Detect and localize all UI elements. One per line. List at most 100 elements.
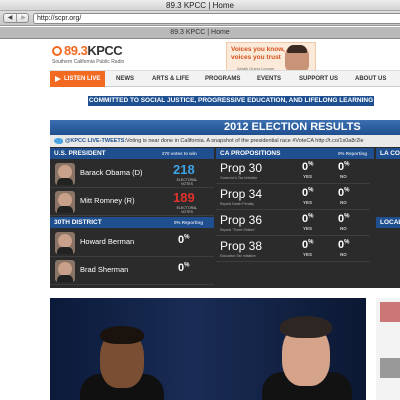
percent-unit: % xyxy=(344,187,350,194)
percent-unit: % xyxy=(184,262,190,269)
no-label: NO xyxy=(340,174,347,179)
twitter-bird-icon xyxy=(54,138,63,144)
thumbnail-image[interactable] xyxy=(380,302,400,322)
play-icon xyxy=(55,76,61,82)
tab-bar: 89.3 KPCC | Home xyxy=(0,27,400,39)
logo-name: KPCC xyxy=(87,43,123,58)
district-subtitle: 0% Reporting xyxy=(174,220,204,225)
president-heading: U.S. PRESIDENT 270 votes to win xyxy=(50,148,214,159)
live-tweet-bar[interactable]: @KPCC LIVE-TWEETS: Voting is near done i… xyxy=(50,135,400,147)
percent-unit: % xyxy=(308,239,314,246)
nav-news[interactable]: NEWS xyxy=(116,71,134,87)
president-heading-text: U.S. PRESIDENT xyxy=(54,150,106,157)
prop-name: Prop 38 xyxy=(220,239,263,253)
candidate-avatar xyxy=(55,191,75,213)
candidate-name: Mitt Romney (R) xyxy=(80,196,135,205)
president-subtitle: 270 votes to win xyxy=(162,151,197,156)
hero-photo[interactable] xyxy=(50,298,366,400)
percent-unit: % xyxy=(308,213,314,220)
prop-name: Prop 34 xyxy=(220,187,263,201)
nav-events[interactable]: EVENTS xyxy=(257,71,281,87)
promo-ad[interactable]: Voices you know, voices you trust Airtal… xyxy=(226,42,316,72)
candidate-votes: 218 xyxy=(173,162,195,177)
candidate-avatar xyxy=(55,260,75,282)
prop-description: Repeal Death Penalty xyxy=(220,202,255,206)
percent-unit: % xyxy=(308,187,314,194)
logo-frequency: 89.3 xyxy=(64,43,88,58)
tweet-text[interactable]: Voting is near done in California. A sna… xyxy=(126,135,364,147)
address-bar[interactable]: http://scpr.org/ xyxy=(33,13,400,24)
yes-label: YES xyxy=(303,200,313,205)
no-label: NO xyxy=(340,226,347,231)
window-title: 89.3 KPCC | Home xyxy=(166,1,234,10)
site-logo[interactable]: 89.3KPCC xyxy=(64,43,123,58)
nav-buttons: ◀ ▶ xyxy=(3,13,29,23)
proposition-row[interactable]: Prop 38 Education Tax Initiative 0% YES … xyxy=(216,238,370,262)
percent-unit: % xyxy=(308,161,314,168)
nav-support-us[interactable]: SUPPORT US xyxy=(299,71,338,87)
nav-arts-life[interactable]: ARTS & LIFE xyxy=(152,71,189,87)
main-nav: LISTEN LIVE NEWS ARTS & LIFE PROGRAMS EV… xyxy=(50,70,400,87)
votes-label: ELECTORAL VOTES xyxy=(176,206,198,214)
district-heading: 30TH DISTRICT 0% Reporting xyxy=(50,217,214,228)
proposition-row[interactable]: Prop 36 Repeal "Three Strikes" 0% YES 0%… xyxy=(216,212,370,236)
proposition-row[interactable]: Prop 30 Governor's Tax Initiative 0% YES… xyxy=(216,160,370,184)
candidate-name: Brad Sherman xyxy=(80,265,129,274)
percent-unit: % xyxy=(184,234,190,241)
candidate-name: Howard Berman xyxy=(80,237,135,246)
yes-label: YES xyxy=(303,226,313,231)
la-county-column: LA CO LOCAL xyxy=(376,148,400,288)
nav-about-us[interactable]: ABOUT US xyxy=(355,71,386,87)
prop-description: Repeal "Three Strikes" xyxy=(220,228,256,232)
prop-description: Education Tax Initiative xyxy=(220,254,256,258)
no-label: NO xyxy=(340,252,347,257)
prop-name: Prop 30 xyxy=(220,161,263,175)
tab-active[interactable]: 89.3 KPCC | Home xyxy=(0,27,400,38)
ad-portrait xyxy=(285,45,309,71)
prop-name: Prop 36 xyxy=(220,213,263,227)
thumbnail-image[interactable] xyxy=(380,358,400,378)
percent-unit: % xyxy=(344,239,350,246)
propositions-column: CA PROPOSITIONS 0% Reporting Prop 30 Gov… xyxy=(216,148,374,288)
ad-headline-1: Voices you know, xyxy=(231,46,285,53)
election-results-panel: 2012 ELECTION RESULTS @KPCC LIVE-TWEETS:… xyxy=(50,120,400,288)
listen-live-label: LISTEN LIVE xyxy=(64,76,101,82)
logo-tagline: Southern California Public Radio xyxy=(52,59,125,65)
candidate-avatar xyxy=(55,232,75,254)
page-content: 89.3KPCC Southern California Public Radi… xyxy=(0,40,400,400)
tweet-label: @KPCC LIVE-TWEETS: xyxy=(65,138,127,144)
prop-description: Governor's Tax Initiative xyxy=(220,176,258,180)
candidate-percent: 0% xyxy=(178,262,189,274)
sidebar-thumbnails xyxy=(376,298,400,400)
no-label: NO xyxy=(340,200,347,205)
mission-banner[interactable]: COMMITTED TO SOCIAL JUSTICE, PROGRESSIVE… xyxy=(88,96,374,106)
browser-toolbar: ◀ ▶ http://scpr.org/ xyxy=(0,11,400,26)
listen-live-button[interactable]: LISTEN LIVE xyxy=(50,71,105,87)
local-heading: LOCAL xyxy=(376,217,400,228)
propositions-heading-text: CA PROPOSITIONS xyxy=(220,150,281,157)
candidate-avatar xyxy=(55,163,75,185)
candidate-row[interactable]: Mitt Romney (R) 189 ELECTORAL VOTES xyxy=(50,188,214,216)
propositions-heading: CA PROPOSITIONS 0% Reporting xyxy=(216,148,374,159)
candidate-row[interactable]: Barack Obama (D) 218 ELECTORAL VOTES xyxy=(50,160,214,188)
proposition-row[interactable]: Prop 34 Repeal Death Penalty 0% YES 0% N… xyxy=(216,186,370,210)
candidate-percent: 0% xyxy=(178,234,189,246)
election-header: 2012 ELECTION RESULTS xyxy=(50,120,400,135)
nav-programs[interactable]: PROGRAMS xyxy=(205,71,240,87)
la-county-heading: LA CO xyxy=(376,148,400,159)
forward-button[interactable]: ▶ xyxy=(17,14,30,23)
president-column: U.S. PRESIDENT 270 votes to win Barack O… xyxy=(50,148,214,288)
back-button[interactable]: ◀ xyxy=(4,14,17,23)
yes-label: YES xyxy=(303,252,313,257)
window-titlebar: 89.3 KPCC | Home xyxy=(0,0,400,11)
candidate-row[interactable]: Brad Sherman 0% xyxy=(50,257,214,285)
votes-label: ELECTORAL VOTES xyxy=(176,178,198,186)
kpcc-logo-icon[interactable] xyxy=(52,46,62,56)
propositions-subtitle: 0% Reporting xyxy=(338,151,368,156)
percent-unit: % xyxy=(344,161,350,168)
ad-headline-2: voices you trust xyxy=(231,54,281,61)
candidate-votes: 189 xyxy=(173,190,195,205)
election-title: 2012 ELECTION RESULTS xyxy=(224,121,361,133)
district-heading-text: 30TH DISTRICT xyxy=(54,219,102,226)
candidate-row[interactable]: Howard Berman 0% xyxy=(50,229,214,257)
